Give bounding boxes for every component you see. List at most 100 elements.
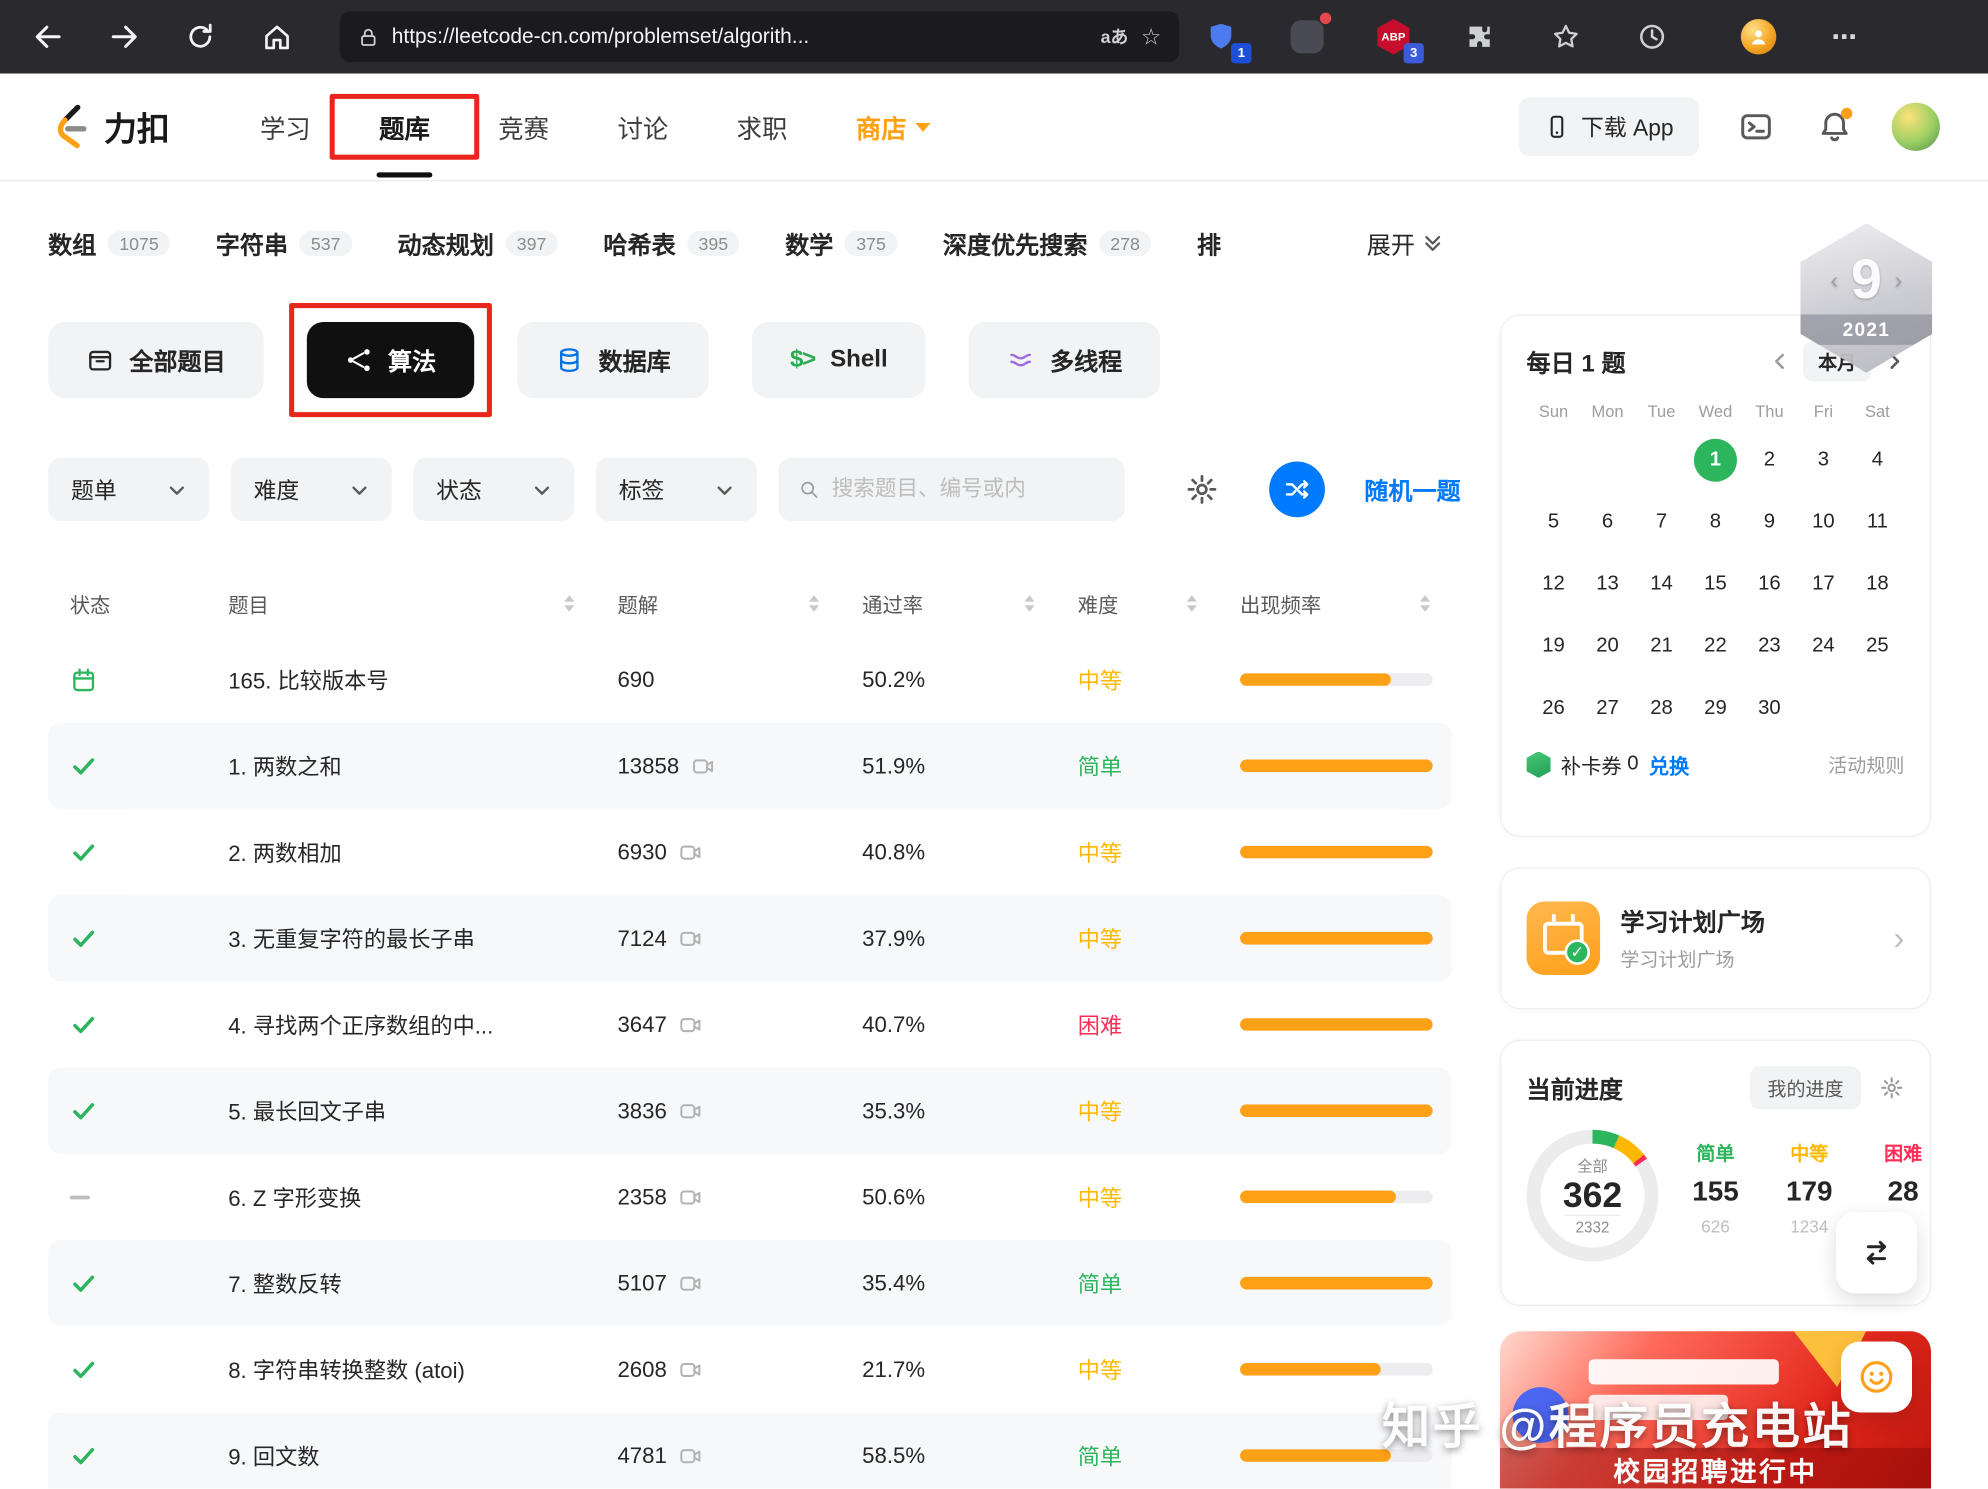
problem-title-link[interactable]: 9. 回文数: [228, 1440, 319, 1472]
calendar-day[interactable]: 24: [1796, 615, 1850, 677]
tag-hash[interactable]: 哈希表395: [603, 226, 739, 260]
calendar-day[interactable]: 1: [1688, 429, 1742, 491]
calendar-day[interactable]: 13: [1581, 553, 1635, 615]
category-shell-button[interactable]: $> Shell: [752, 322, 926, 398]
problem-title-link[interactable]: 165. 比较版本号: [228, 664, 388, 696]
problem-title-link[interactable]: 2. 两数相加: [228, 836, 341, 868]
expand-tags-button[interactable]: 展开: [1367, 210, 1468, 276]
calendar-day[interactable]: 16: [1742, 553, 1796, 615]
search-box[interactable]: [778, 458, 1124, 521]
problem-title-link[interactable]: 6. Z 字形变换: [228, 1181, 361, 1213]
nav-item-jobs[interactable]: 求职: [702, 73, 821, 181]
filter-problem-lists[interactable]: 题单: [48, 458, 209, 521]
exchange-link[interactable]: 兑换: [1649, 749, 1690, 779]
bookmarks-star-icon[interactable]: [1544, 15, 1587, 58]
extensions-puzzle-icon[interactable]: [1458, 15, 1501, 58]
table-row[interactable]: 3. 无重复字符的最长子串 7124 37.9% 中等: [48, 895, 1452, 981]
nav-item-contest[interactable]: 竞赛: [464, 73, 583, 181]
table-row[interactable]: 8. 字符串转换整数 (atoi) 2608 21.7% 中等: [48, 1326, 1452, 1412]
column-solutions-sort[interactable]: 题解: [596, 588, 841, 618]
table-row[interactable]: 2. 两数相加 6930 40.8% 中等: [48, 809, 1452, 895]
table-row[interactable]: 9. 回文数 4781 58.5% 简单: [48, 1412, 1452, 1488]
calendar-day[interactable]: 3: [1796, 429, 1850, 491]
calendar-prev-icon[interactable]: [1770, 351, 1790, 371]
calendar-day[interactable]: 21: [1635, 615, 1689, 677]
calendar-day[interactable]: 20: [1581, 615, 1635, 677]
calendar-day[interactable]: 18: [1850, 553, 1904, 615]
feedback-console-icon[interactable]: [1734, 105, 1777, 148]
calendar-day[interactable]: 7: [1635, 491, 1689, 553]
browser-menu-button[interactable]: ⋯: [1823, 15, 1866, 58]
study-plans-card[interactable]: ✓ 学习计划广场 学习计划广场 ›: [1500, 867, 1931, 1009]
random-problem-label[interactable]: 随机一题: [1364, 472, 1460, 506]
nav-item-store[interactable]: 商店: [822, 73, 965, 181]
tag-truncated[interactable]: 排: [1197, 226, 1221, 260]
calendar-day[interactable]: 6: [1581, 491, 1635, 553]
search-input[interactable]: [832, 477, 1105, 502]
home-button[interactable]: [249, 11, 305, 62]
nav-item-problems[interactable]: 题库: [345, 73, 464, 181]
user-avatar[interactable]: [1892, 103, 1940, 151]
column-title-sort[interactable]: 题目: [207, 588, 596, 618]
bookmark-star-icon[interactable]: ☆: [1141, 23, 1161, 50]
calendar-day[interactable]: 4: [1850, 429, 1904, 491]
calendar-day[interactable]: 8: [1688, 491, 1742, 553]
tag-dfs[interactable]: 深度优先搜索278: [943, 226, 1151, 260]
shield-extension-icon[interactable]: 1: [1199, 15, 1242, 58]
nav-item-discuss[interactable]: 讨论: [583, 73, 702, 181]
filter-status[interactable]: 状态: [413, 458, 574, 521]
download-app-button[interactable]: 下载 App: [1519, 98, 1699, 156]
translate-icon[interactable]: aあ: [1101, 24, 1129, 49]
notifications-bell-icon[interactable]: [1813, 105, 1856, 148]
filter-tags[interactable]: 标签: [596, 458, 757, 521]
table-row[interactable]: 6. Z 字形变换 2358 50.6% 中等: [48, 1154, 1452, 1240]
calendar-day[interactable]: 12: [1527, 553, 1581, 615]
calendar-day[interactable]: 27: [1581, 677, 1635, 739]
calendar-day[interactable]: 30: [1742, 677, 1796, 739]
calendar-day[interactable]: 14: [1635, 553, 1689, 615]
table-row[interactable]: 4. 寻找两个正序数组的中... 3647 40.7% 困难: [48, 981, 1452, 1067]
calendar-day[interactable]: 15: [1688, 553, 1742, 615]
tag-array[interactable]: 数组1075: [48, 226, 170, 260]
calendar-day[interactable]: 10: [1796, 491, 1850, 553]
calendar-day[interactable]: 23: [1742, 615, 1796, 677]
reload-button[interactable]: [172, 11, 228, 62]
problem-title-link[interactable]: 1. 两数之和: [228, 750, 341, 782]
tag-string[interactable]: 字符串537: [216, 226, 352, 260]
settings-gear-icon[interactable]: [1177, 464, 1228, 515]
category-concurrency-button[interactable]: 多线程: [969, 322, 1160, 398]
refresh-progress-button[interactable]: [1836, 1212, 1917, 1293]
calendar-day[interactable]: 25: [1850, 615, 1904, 677]
calendar-day[interactable]: 19: [1527, 615, 1581, 677]
problem-title-link[interactable]: 5. 最长回文子串: [228, 1095, 386, 1127]
problem-title-link[interactable]: 3. 无重复字符的最长子串: [228, 922, 475, 954]
tag-math[interactable]: 数学375: [785, 226, 897, 260]
history-clock-icon[interactable]: [1631, 15, 1674, 58]
column-frequency-sort[interactable]: 出现频率: [1218, 588, 1451, 618]
table-row[interactable]: 165. 比较版本号 690 50.2% 中等: [48, 636, 1452, 722]
table-row[interactable]: 7. 整数反转 5107 35.4% 简单: [48, 1240, 1452, 1326]
browser-profile-avatar[interactable]: [1737, 15, 1780, 58]
leetcode-logo[interactable]: 力扣: [48, 103, 170, 151]
tag-dp[interactable]: 动态规划397: [398, 226, 558, 260]
column-difficulty-sort[interactable]: 难度: [1056, 588, 1218, 618]
calendar-day[interactable]: 17: [1796, 553, 1850, 615]
calendar-day[interactable]: 2: [1742, 429, 1796, 491]
calendar-day[interactable]: 26: [1527, 677, 1581, 739]
calendar-day[interactable]: 29: [1688, 677, 1742, 739]
random-shuffle-button[interactable]: [1269, 462, 1325, 518]
activity-rules-link[interactable]: 活动规则: [1828, 751, 1904, 778]
calendar-day[interactable]: 11: [1850, 491, 1904, 553]
progress-gear-icon[interactable]: [1879, 1075, 1904, 1100]
column-acceptance-sort[interactable]: 通过率: [841, 588, 1057, 618]
category-all-button[interactable]: 全部题目: [48, 322, 264, 398]
table-row[interactable]: 5. 最长回文子串 3836 35.3% 中等: [48, 1068, 1452, 1154]
calendar-day[interactable]: 22: [1688, 615, 1742, 677]
adblock-extension-icon[interactable]: ABP 3: [1372, 15, 1415, 58]
problem-title-link[interactable]: 8. 字符串转换整数 (atoi): [228, 1353, 465, 1385]
nav-item-learn[interactable]: 学习: [226, 73, 345, 181]
calendar-day[interactable]: 9: [1742, 491, 1796, 553]
calendar-day[interactable]: 28: [1635, 677, 1689, 739]
back-button[interactable]: [20, 11, 76, 62]
category-algorithms-button[interactable]: 算法: [307, 322, 474, 398]
